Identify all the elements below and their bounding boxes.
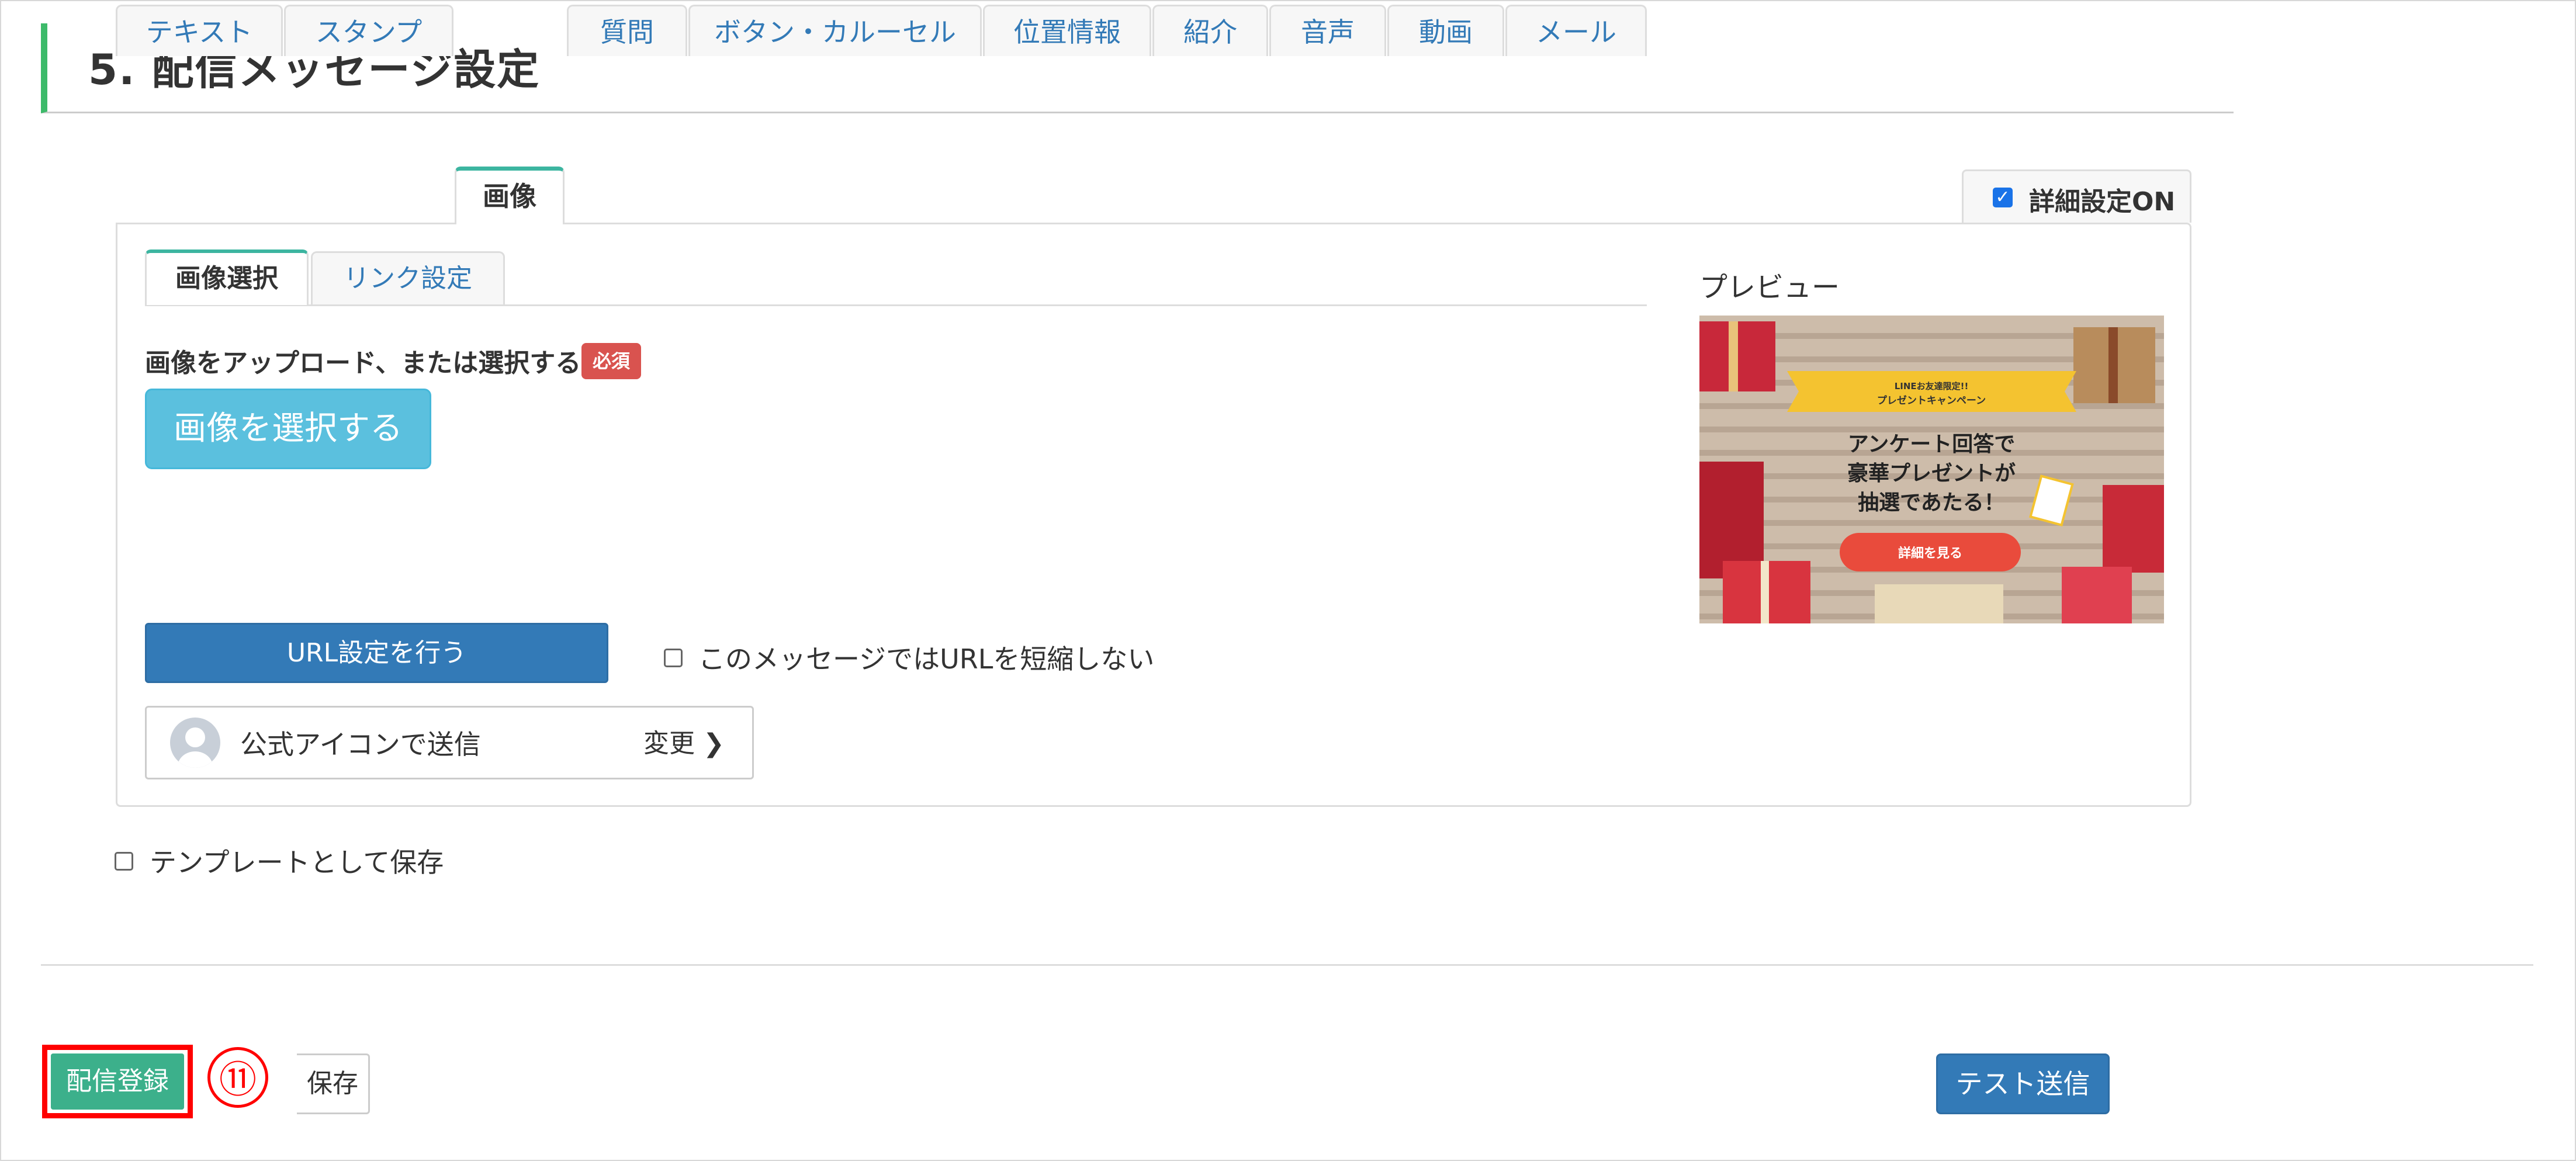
- advanced-settings-label: 詳細設定ON: [2029, 187, 2176, 217]
- register-delivery-button[interactable]: 配信登録: [51, 1053, 184, 1110]
- sender-name: 公式アイコンで送信: [240, 729, 481, 760]
- save-as-template-checkbox[interactable]: [115, 852, 133, 871]
- subtab-divider: [145, 304, 1647, 306]
- tab-question[interactable]: 質問: [567, 5, 687, 56]
- subtab-link-settings[interactable]: リンク設定: [311, 251, 505, 305]
- required-badge: 必須: [581, 343, 641, 379]
- tab-text[interactable]: テキスト: [116, 5, 283, 56]
- tab-mail[interactable]: メール: [1505, 5, 1647, 56]
- svg-text:豪華プレゼントが: 豪華プレゼントが: [1847, 462, 2016, 486]
- tab-location[interactable]: 位置情報: [983, 5, 1151, 56]
- svg-text:プレゼントキャンペーン: プレゼントキャンペーン: [1877, 394, 1986, 407]
- save-as-template-label: テンプレートとして保存: [150, 847, 444, 878]
- tab-audio[interactable]: 音声: [1269, 5, 1386, 56]
- tab-stamp[interactable]: スタンプ: [284, 5, 453, 56]
- subtab-image-select[interactable]: 画像選択: [145, 249, 309, 305]
- upload-label: 画像をアップロード、または選択する: [145, 348, 581, 378]
- avatar: [170, 718, 220, 768]
- preview-image: LINEお友達限定!! プレゼントキャンペーン アンケート回答で 豪華プレゼント…: [1699, 316, 2164, 623]
- save-button[interactable]: 保存: [297, 1053, 370, 1114]
- step-marker: ⑪: [207, 1047, 268, 1108]
- svg-text:アンケート回答で: アンケート回答で: [1848, 432, 2016, 456]
- change-sender-link[interactable]: 変更 ❯: [643, 722, 725, 760]
- tab-image[interactable]: 画像: [455, 167, 565, 224]
- footer-divider: [41, 964, 2533, 966]
- register-delivery-highlight: 配信登録: [42, 1045, 193, 1118]
- no-shorten-url-label: このメッセージではURLを短縮しない: [698, 643, 1155, 675]
- select-image-button[interactable]: 画像を選択する: [145, 389, 431, 469]
- svg-text:抽選であたる！: 抽選であたる！: [1858, 491, 2005, 515]
- advanced-settings-checkbox[interactable]: ✓: [1993, 188, 2013, 207]
- svg-text:詳細を見る: 詳細を見る: [1898, 546, 1962, 561]
- no-shorten-url-checkbox[interactable]: [664, 649, 683, 667]
- tab-video[interactable]: 動画: [1387, 5, 1504, 56]
- svg-text:LINEお友達限定!!: LINEお友達限定!!: [1895, 381, 1969, 391]
- change-label: 変更: [643, 729, 695, 758]
- sender-selector[interactable]: 公式アイコンで送信 変更 ❯: [145, 706, 754, 779]
- advanced-settings-toggle[interactable]: ✓ 詳細設定ON: [1962, 169, 2191, 223]
- tab-button-carousel[interactable]: ボタン・カルーセル: [688, 5, 982, 56]
- chevron-right-icon: ❯: [703, 729, 725, 758]
- preview-label: プレビュー: [1699, 271, 1840, 304]
- url-settings-button[interactable]: URL設定を行う: [145, 623, 608, 683]
- tab-introduction[interactable]: 紹介: [1152, 5, 1268, 56]
- test-send-button[interactable]: テスト送信: [1936, 1053, 2110, 1114]
